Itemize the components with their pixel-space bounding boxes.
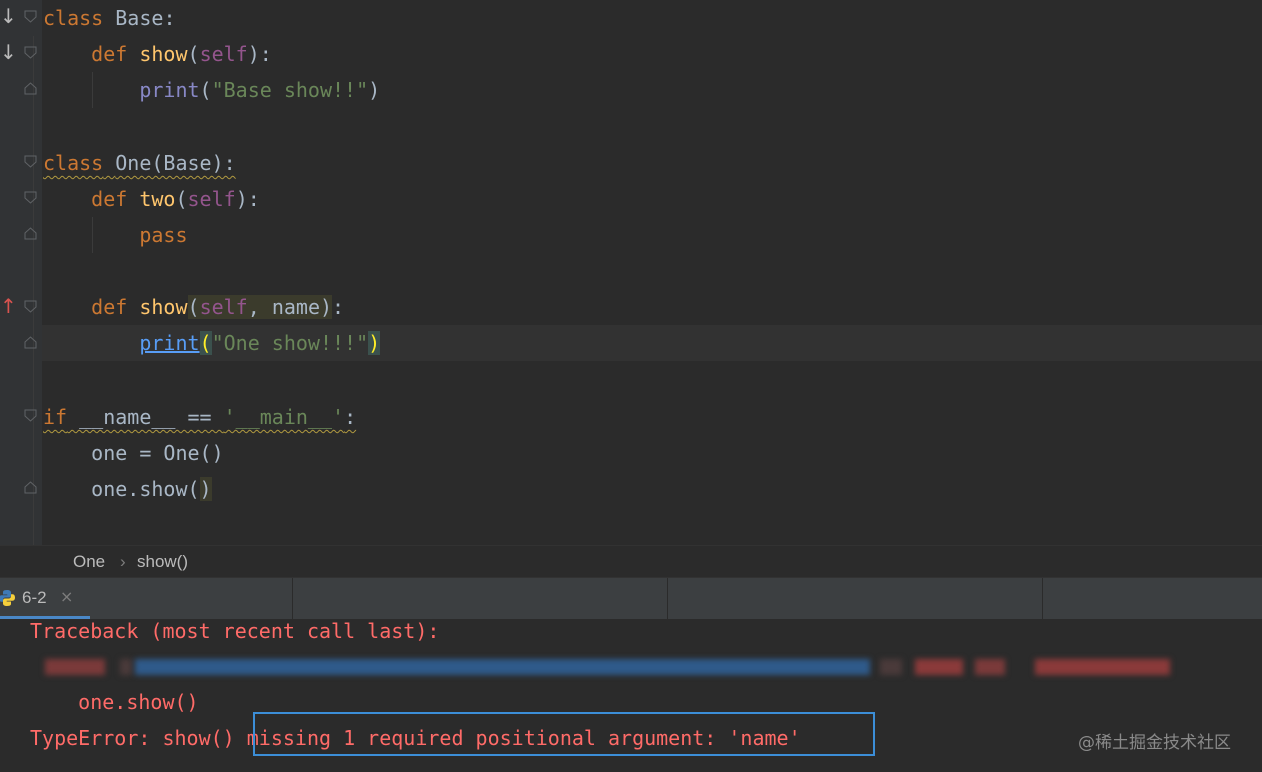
run-tool-window-tabs: 6-2 × [0,577,1262,620]
overriding-method-icon[interactable]: ↑ [0,296,17,316]
breadcrumb-separator: › [120,552,126,571]
redacted-region [1035,659,1170,675]
run-tab[interactable]: 6-2 × [0,578,90,620]
divider [667,578,668,620]
fold-end-icon[interactable] [24,336,37,349]
redacted-region [975,659,1005,675]
fold-marker-icon[interactable] [24,10,37,23]
fold-end-icon[interactable] [24,227,37,240]
fold-marker-icon[interactable] [24,46,37,59]
run-tab-label: 6-2 [22,588,47,607]
fold-end-icon[interactable] [24,481,37,494]
redacted-link [135,659,870,675]
redacted-region [915,659,963,675]
fold-marker-icon[interactable] [24,300,37,313]
code-editor[interactable]: ↓ ↓ ↑ class Base: def show(self): print(… [0,0,1262,545]
code-line[interactable]: pass [43,217,187,253]
parameter-info-highlight: (self, name) [187,295,333,319]
code-line[interactable]: print("Base show!!") [43,72,380,108]
redacted-region [120,659,132,675]
divider [292,578,293,620]
code-line[interactable]: one = One() [43,435,223,471]
code-line[interactable]: def show(self): [43,36,272,72]
divider [1042,578,1043,620]
close-icon[interactable]: × [60,587,73,606]
indent-guide [33,36,34,545]
redacted-region [45,659,105,675]
code-line[interactable]: def two(self): [43,181,260,217]
code-line[interactable]: print("One show!!!") [43,325,381,361]
code-line[interactable]: one.show() [43,471,212,507]
fold-marker-icon[interactable] [24,191,37,204]
fold-end-icon[interactable] [24,82,37,95]
overridden-method-icon[interactable]: ↓ [0,42,17,62]
breadcrumb-class[interactable]: One [73,552,105,572]
watermark: @稀土掘金技术社区 [1078,733,1231,753]
traceback-header: Traceback (most recent call last): [30,619,440,643]
code-line[interactable]: def show(self, name): [43,289,344,325]
code-line[interactable]: if __name__ == '__main__': [43,399,356,435]
traceback-call-line: one.show() [30,690,199,714]
python-icon [0,589,16,611]
overridden-method-icon[interactable]: ↓ [0,6,17,26]
breadcrumb-method[interactable]: show() [137,552,188,572]
code-line[interactable]: class Base: [43,0,175,36]
redacted-region [880,659,902,675]
code-line[interactable]: class One(Base): [43,145,236,181]
fold-marker-icon[interactable] [24,409,37,422]
error-message-highlight-box [253,712,875,756]
breadcrumb: One › show() [0,545,1262,578]
fold-marker-icon[interactable] [24,155,37,168]
